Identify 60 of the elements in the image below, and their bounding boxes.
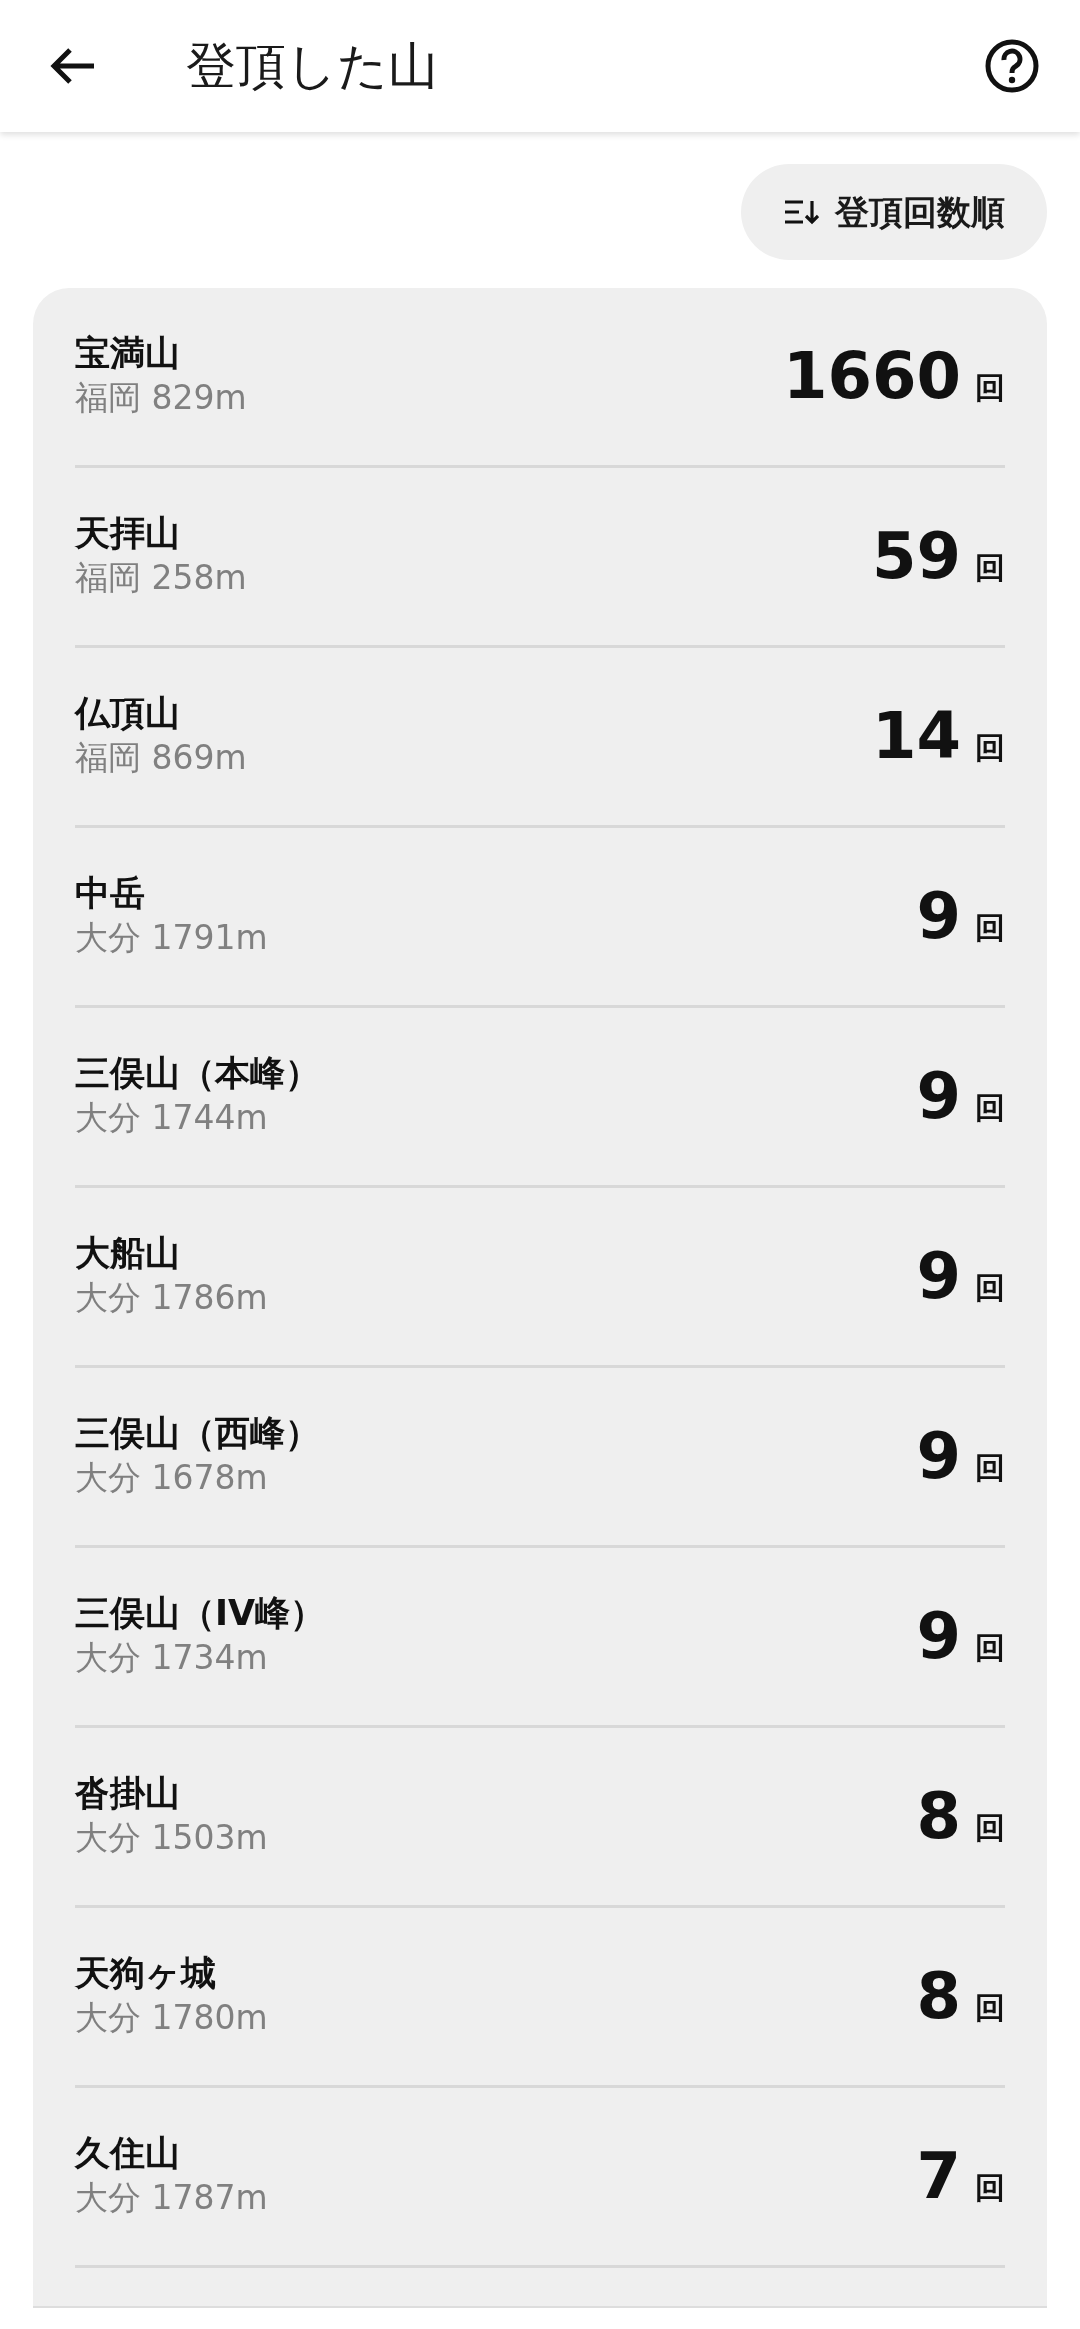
climb-count: 1660 xyxy=(782,343,961,408)
climb-count: 9 xyxy=(916,1063,961,1128)
mountain-name: 天拝山 xyxy=(75,512,181,556)
sort-button[interactable]: 登頂回数順 xyxy=(741,164,1047,260)
mountain-name: 三俣山（IV峰） xyxy=(75,1592,326,1636)
climb-count: 7 xyxy=(916,2143,961,2208)
mountain-row[interactable]: 天狗ヶ城 大分 1780m 8 回 xyxy=(75,1908,1005,2088)
mountain-row[interactable]: 中岳 大分 1791m 9 回 xyxy=(75,828,1005,1008)
mountain-row[interactable]: 三俣山（西峰） 大分 1678m 9 回 xyxy=(75,1368,1005,1548)
count-unit: 回 xyxy=(975,1808,1005,1847)
mountain-row[interactable]: 三俣山（IV峰） 大分 1734m 9 回 xyxy=(75,1548,1005,1728)
page-title: 登頂した山 xyxy=(186,35,438,97)
mountain-row[interactable]: 久住山 大分 1787m 7 回 xyxy=(75,2088,1005,2268)
mountain-location: 大分 1786m xyxy=(75,1277,268,1320)
mountain-row[interactable]: 大船山 大分 1786m 9 回 xyxy=(75,1188,1005,1368)
mountain-name: 久住山 xyxy=(75,2132,181,2176)
mountain-name: 仏頂山 xyxy=(75,692,181,736)
mountain-name: 三俣山（西峰） xyxy=(75,1412,320,1456)
help-icon xyxy=(984,38,1040,94)
count-unit: 回 xyxy=(975,1628,1005,1667)
mountain-location: 福岡 869m xyxy=(75,737,247,780)
mountain-location: 福岡 258m xyxy=(75,557,247,600)
sort-icon xyxy=(785,199,819,225)
climb-count: 9 xyxy=(916,1603,961,1668)
climb-count: 9 xyxy=(916,883,961,948)
mountain-location: 大分 1744m xyxy=(75,1097,269,1140)
count-unit: 回 xyxy=(975,1988,1005,2027)
count-unit: 回 xyxy=(975,2168,1005,2207)
climb-count: 8 xyxy=(916,1963,961,2028)
climb-count: 14 xyxy=(871,703,961,768)
count-unit: 回 xyxy=(975,1268,1005,1307)
mountain-name: 宝満山 xyxy=(75,332,181,376)
mountain-location: 大分 1787m xyxy=(75,2177,268,2220)
climb-count: 59 xyxy=(871,523,961,588)
mountain-location: 大分 1503m xyxy=(75,1817,268,1860)
mountain-name: 中岳 xyxy=(75,872,146,916)
count-unit: 回 xyxy=(975,1448,1005,1487)
mountain-row[interactable]: 宝満山 福岡 829m 1660 回 xyxy=(75,288,1005,468)
mountain-location: 大分 1791m xyxy=(75,917,268,960)
help-button[interactable] xyxy=(984,38,1040,94)
mountain-name: 三俣山（本峰） xyxy=(75,1052,320,1096)
mountain-location: 福岡 829m xyxy=(75,377,247,420)
mountain-row[interactable]: 三俣山（本峰） 大分 1744m 9 回 xyxy=(75,1008,1005,1188)
count-unit: 回 xyxy=(975,908,1005,947)
mountain-row[interactable]: 沓掛山 大分 1503m 8 回 xyxy=(75,1728,1005,1908)
mountain-location: 大分 1678m xyxy=(75,1457,269,1500)
climb-count: 8 xyxy=(916,1783,961,1848)
count-unit: 回 xyxy=(975,548,1005,587)
mountain-name: 大船山 xyxy=(75,1232,181,1276)
mountain-row[interactable]: 仏頂山 福岡 869m 14 回 xyxy=(75,648,1005,828)
climb-count: 9 xyxy=(916,1423,961,1488)
count-unit: 回 xyxy=(975,728,1005,767)
mountain-name: 天狗ヶ城 xyxy=(75,1952,217,1996)
climb-count: 9 xyxy=(916,1243,961,1308)
count-unit: 回 xyxy=(975,368,1005,407)
mountain-row[interactable]: 天拝山 福岡 258m 59 回 xyxy=(75,468,1005,648)
mountain-name: 沓掛山 xyxy=(75,1772,181,1816)
count-unit: 回 xyxy=(975,1088,1005,1127)
mountain-location: 大分 1734m xyxy=(75,1637,269,1680)
mountain-location: 大分 1780m xyxy=(75,1997,268,2040)
